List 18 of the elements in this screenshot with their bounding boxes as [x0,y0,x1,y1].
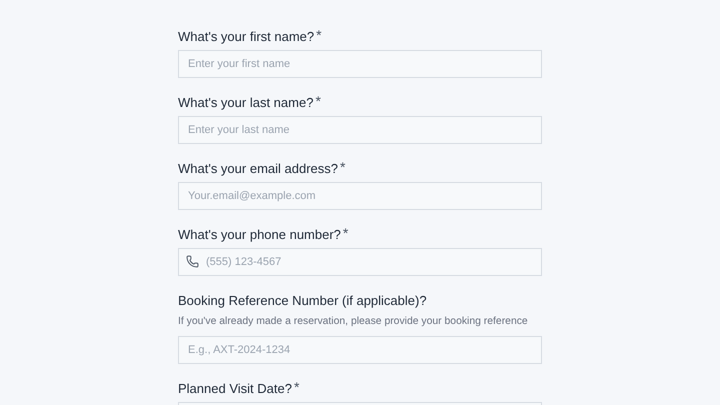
field-label: What's your phone number? [178,226,341,244]
field-hint: If you've already made a reservation, please provide your booking reference [178,315,528,329]
required-mark: * [316,28,322,42]
input-field[interactable]: (555) 123-4567 [178,248,542,276]
required-mark: * [294,380,300,394]
required-mark: * [342,226,348,240]
required-mark: * [340,160,346,174]
field-label: Planned Visit Date? [178,380,292,398]
field-label: What's your email address? [178,160,338,178]
input-field[interactable]: Your.email@example.com [178,182,542,210]
field-label: What's your first name? [178,28,314,46]
required-mark: * [315,94,321,108]
input-field[interactable]: Enter your first name [178,50,542,78]
input-field[interactable]: E.g., AXT-2024-1234 [178,336,542,364]
input-field[interactable]: Enter your last name [178,116,542,144]
phone-icon [186,255,199,268]
field-label: What's your last name? [178,94,314,112]
field-label: Booking Reference Number (if applicable)? [178,292,427,310]
